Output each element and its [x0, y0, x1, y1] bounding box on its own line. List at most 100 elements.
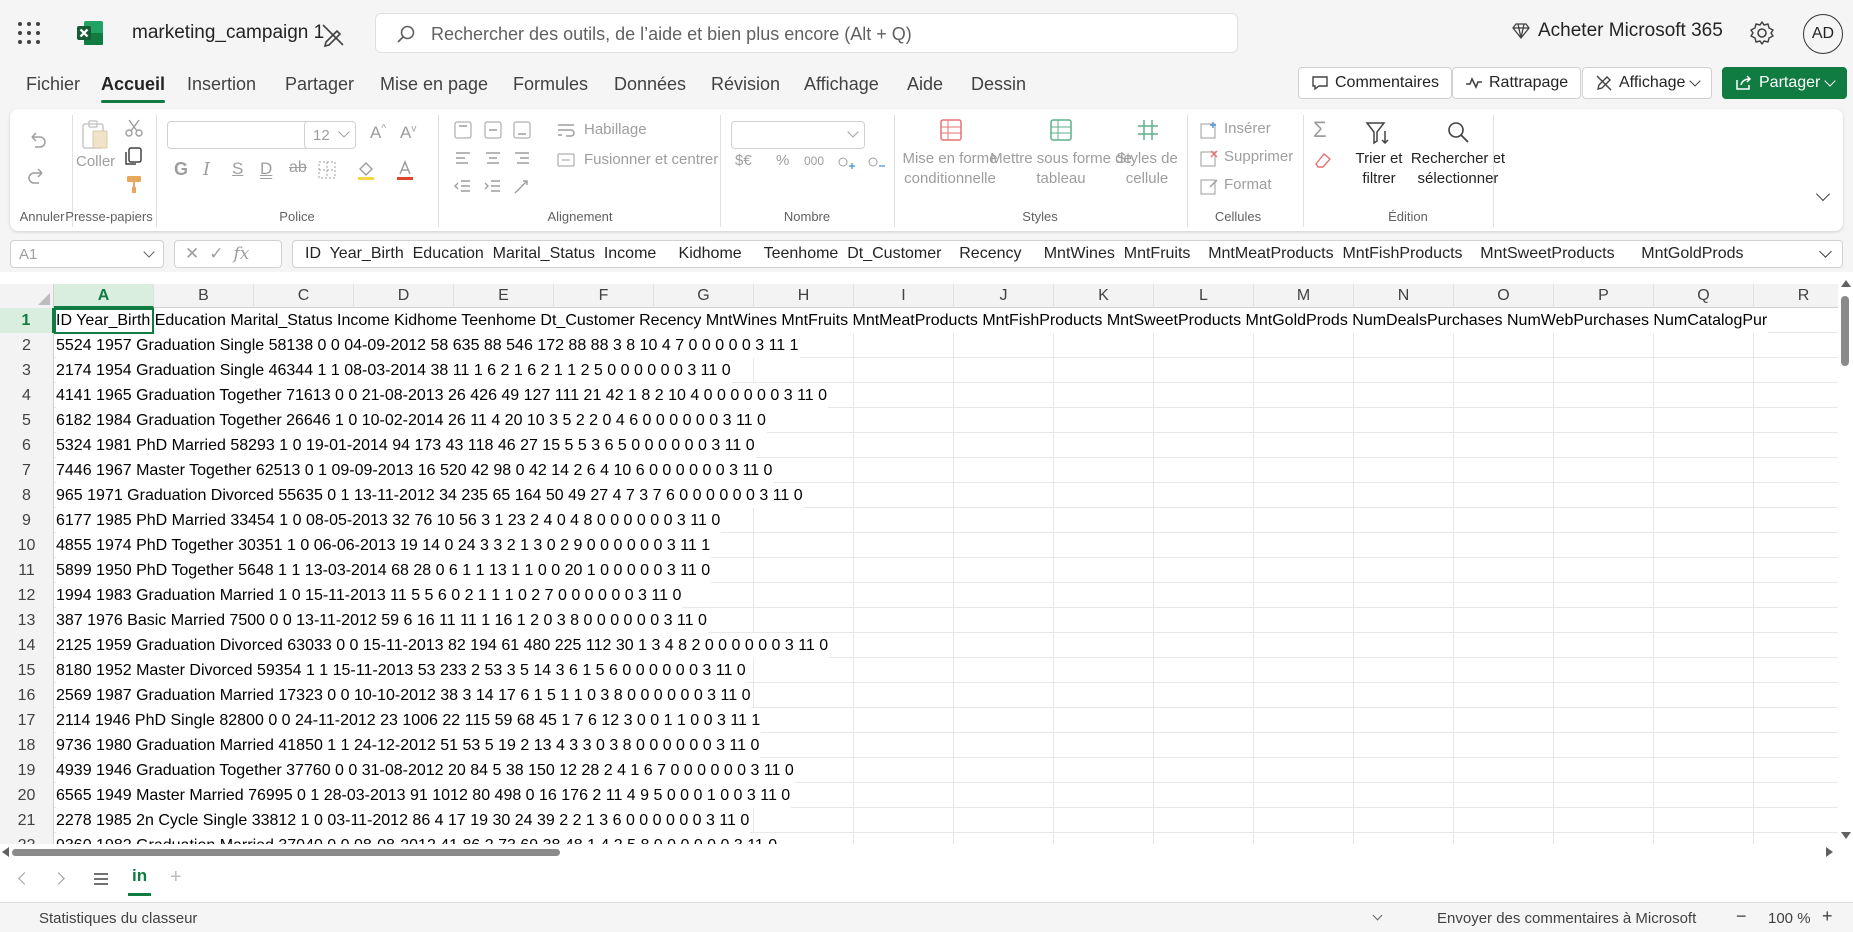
cell-styles-button[interactable]: Styles de cellule	[1110, 149, 1184, 189]
format-cells-label[interactable]: Format	[1224, 176, 1272, 193]
name-box[interactable]: A1	[10, 240, 164, 268]
increase-decimal-icon[interactable]	[835, 151, 857, 173]
align-middle-icon[interactable]	[482, 119, 504, 141]
row-cells[interactable]: 9736 1980 Graduation Married 41850 1 1 2…	[54, 733, 1838, 758]
increase-indent-icon[interactable]	[482, 175, 504, 197]
column-header-e[interactable]: E	[454, 284, 554, 308]
tab-formules[interactable]: Formules	[513, 74, 588, 95]
column-header-q[interactable]: Q	[1654, 284, 1754, 308]
row-header[interactable]: 19	[0, 758, 54, 783]
grow-font-icon[interactable]: A^	[370, 123, 386, 143]
cell-a-text[interactable]: 2278 1985 2n Cycle Single 33812 1 0 03-1…	[56, 808, 751, 833]
column-header-o[interactable]: O	[1454, 284, 1554, 308]
confirm-icon[interactable]: ✓	[209, 244, 223, 264]
zoom-level[interactable]: 100 %	[1768, 910, 1811, 927]
insert-cells-label[interactable]: Insérer	[1224, 120, 1271, 137]
delete-cells-label[interactable]: Supprimer	[1224, 148, 1293, 165]
row-cells[interactable]: 6565 1949 Master Married 76995 0 1 28-03…	[54, 783, 1838, 808]
horizontal-scroll-thumb[interactable]	[12, 849, 560, 856]
view-mode-button[interactable]: Affichage	[1582, 67, 1713, 99]
cell-a-text[interactable]: 1994 1983 Graduation Married 1 0 15-11-2…	[56, 583, 683, 608]
formula-input[interactable]: ID Year_Birth Education Marital_Status I…	[292, 240, 1843, 268]
row-header[interactable]: 18	[0, 733, 54, 758]
currency-format-button[interactable]: $€	[735, 152, 752, 169]
double-underline-icon[interactable]: D	[260, 159, 272, 179]
column-header-d[interactable]: D	[354, 284, 454, 308]
buy-microsoft-365-button[interactable]: Acheter Microsoft 365	[1512, 20, 1723, 42]
tab-partager[interactable]: Partager	[285, 74, 354, 95]
column-header-c[interactable]: C	[254, 284, 354, 308]
row-header[interactable]: 12	[0, 583, 54, 608]
row-header[interactable]: 4	[0, 383, 54, 408]
row-header[interactable]: 14	[0, 633, 54, 658]
all-sheets-menu-icon[interactable]	[92, 871, 110, 887]
row-cells[interactable]: 8180 1952 Master Divorced 59354 1 1 15-1…	[54, 658, 1838, 683]
row-header[interactable]: 21	[0, 808, 54, 833]
cell-a-text[interactable]: 4939 1946 Graduation Together 37760 0 0 …	[56, 758, 795, 783]
column-header-a[interactable]: A	[54, 284, 154, 308]
paste-icon[interactable]	[80, 119, 110, 151]
strikethrough-icon[interactable]: ab	[289, 159, 307, 177]
cell-a-text[interactable]: 2114 1946 PhD Single 82800 0 0 24-11-201…	[56, 708, 762, 733]
row-header[interactable]: 5	[0, 408, 54, 433]
spreadsheet-grid[interactable]: ABCDEFGHIJKLMNOPQR 1 ID Year_Birth Educat…	[0, 284, 1838, 844]
scroll-left-arrow-icon[interactable]	[2, 847, 9, 857]
row-cells[interactable]: 965 1971 Graduation Divorced 55635 0 1 1…	[54, 483, 1838, 508]
row-cells[interactable]: 2174 1954 Graduation Single 46344 1 1 08…	[54, 358, 1838, 383]
scroll-up-arrow-icon[interactable]	[1841, 280, 1851, 287]
italic-icon[interactable]: I	[203, 159, 210, 180]
row-cells[interactable]: 2278 1985 2n Cycle Single 33812 1 0 03-1…	[54, 808, 1838, 833]
format-cells-icon[interactable]	[1198, 175, 1220, 197]
app-launcher-icon[interactable]	[18, 22, 40, 44]
column-header-r[interactable]: R	[1754, 284, 1838, 308]
scroll-down-arrow-icon[interactable]	[1841, 832, 1851, 839]
catchup-button[interactable]: Rattrapage	[1452, 67, 1582, 99]
scroll-right-arrow-icon[interactable]	[1826, 847, 1833, 857]
comments-button[interactable]: Commentaires	[1298, 67, 1453, 99]
row-header[interactable]: 16	[0, 683, 54, 708]
row-header[interactable]: 3	[0, 358, 54, 383]
cell-a-text[interactable]: 4855 1974 PhD Together 30351 1 0 06-06-2…	[56, 533, 712, 558]
cancel-icon[interactable]: ✕	[185, 244, 199, 264]
row-cells[interactable]: 4939 1946 Graduation Together 37760 0 0 …	[54, 758, 1838, 783]
copy-icon[interactable]	[123, 145, 145, 167]
pen-off-icon[interactable]	[320, 22, 346, 48]
row-header[interactable]: 15	[0, 658, 54, 683]
tab-donnees[interactable]: Données	[614, 74, 686, 95]
cut-icon[interactable]	[123, 117, 145, 139]
row-cells[interactable]: 2569 1987 Graduation Married 17323 0 0 1…	[54, 683, 1838, 708]
cell-a-text[interactable]: 6565 1949 Master Married 76995 0 1 28-03…	[56, 783, 792, 808]
merge-center-icon[interactable]	[555, 149, 577, 171]
merge-center-label[interactable]: Fusionner et centrer	[584, 151, 718, 168]
row-header[interactable]: 8	[0, 483, 54, 508]
row-cells[interactable]: 4141 1965 Graduation Together 71613 0 0 …	[54, 383, 1838, 408]
row-header[interactable]: 2	[0, 333, 54, 358]
column-header-p[interactable]: P	[1554, 284, 1654, 308]
search-bar[interactable]: Rechercher des outils, de l’aide et bien…	[375, 13, 1238, 53]
wrap-text-icon[interactable]	[555, 119, 577, 141]
bold-icon[interactable]: G	[174, 159, 188, 180]
ribbon-collapse-chevron-icon[interactable]	[1815, 186, 1831, 202]
sort-filter-icon[interactable]	[1364, 119, 1392, 147]
row-cells[interactable]: 1994 1983 Graduation Married 1 0 15-11-2…	[54, 583, 1838, 608]
align-top-icon[interactable]	[452, 119, 474, 141]
cell-a-text[interactable]: 2125 1959 Graduation Divorced 63033 0 0 …	[56, 633, 830, 658]
decrease-indent-icon[interactable]	[452, 175, 474, 197]
cell-a-text[interactable]: 2174 1954 Graduation Single 46344 1 1 08…	[56, 358, 732, 383]
borders-icon[interactable]	[316, 159, 338, 181]
cell-a-text[interactable]: ID Year_Birth Education Marital_Status I…	[56, 308, 1769, 333]
column-header-i[interactable]: I	[854, 284, 954, 308]
insert-function-icon[interactable]: fx	[234, 244, 250, 264]
format-painter-icon[interactable]	[123, 173, 145, 195]
column-header-l[interactable]: L	[1154, 284, 1254, 308]
row-cells[interactable]: 387 1976 Basic Married 7500 0 0 13-11-20…	[54, 608, 1838, 633]
row-header[interactable]: 11	[0, 558, 54, 583]
tab-fichier[interactable]: Fichier	[26, 74, 80, 95]
align-center-icon[interactable]	[482, 147, 504, 169]
horizontal-scrollbar[interactable]	[0, 844, 1838, 860]
find-select-button[interactable]: Rechercher et sélectionner	[1402, 149, 1514, 189]
tab-dessin[interactable]: Dessin	[971, 74, 1026, 95]
tab-revision[interactable]: Révision	[711, 74, 780, 95]
tab-accueil[interactable]: Accueil	[101, 74, 166, 103]
zoom-in-icon[interactable]: +	[1822, 906, 1833, 927]
